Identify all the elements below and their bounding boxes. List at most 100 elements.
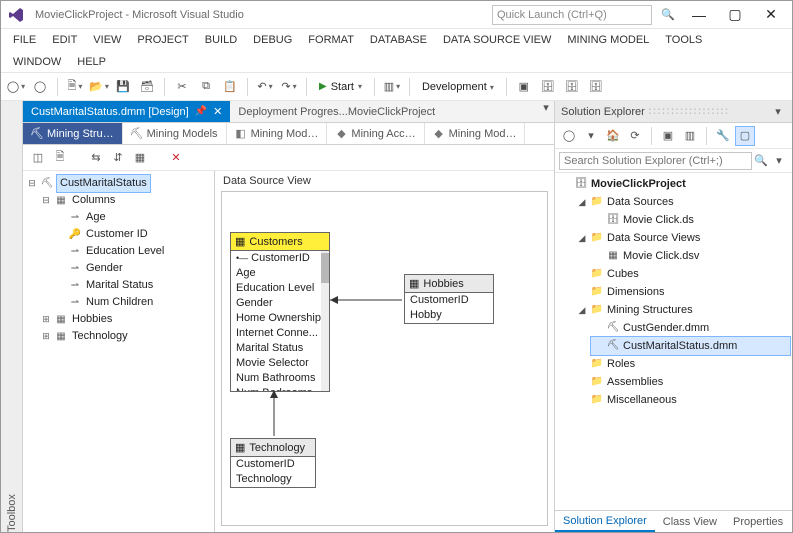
doctab-deployment-progress[interactable]: Deployment Progres...MovieClickProject xyxy=(230,101,443,122)
dsv-node[interactable]: ◢📁Data Source Views xyxy=(575,229,790,247)
subtab-mining-model-prediction[interactable]: ◆Mining Mod… xyxy=(425,123,526,144)
dsv-table-hobbies[interactable]: ▦Hobbies CustomerID Hobby xyxy=(404,274,494,324)
copy-button[interactable]: ⧉ xyxy=(195,76,217,98)
dsv-table-technology[interactable]: ▦Technology CustomerID Technology xyxy=(230,438,316,488)
tree-nested-technology[interactable]: ⊞▦Technology xyxy=(39,328,212,345)
search-icon[interactable]: 🔍 xyxy=(752,154,770,167)
quick-launch-input[interactable]: Quick Launch (Ctrl+Q) xyxy=(492,5,652,25)
tree-col-customerid[interactable]: 🔑Customer ID xyxy=(53,226,212,243)
assemblies-node[interactable]: 📁Assemblies xyxy=(575,373,790,391)
dsv-item[interactable]: ▦Movie Click.dsv xyxy=(591,247,790,265)
start-debug-button[interactable]: ▶Start ▾ xyxy=(313,79,368,95)
btab-properties[interactable]: Properties xyxy=(725,513,791,531)
solution-config-dropdown[interactable]: Development ▾ xyxy=(416,79,500,95)
tree-col-marital[interactable]: ⇀Marital Status xyxy=(53,277,212,294)
cut-button[interactable]: ✂ xyxy=(171,76,193,98)
nav-forward-button[interactable]: ◯ xyxy=(29,76,51,98)
nav-back-button[interactable]: ◯ xyxy=(5,76,27,98)
new-project-button[interactable]: 🗎 xyxy=(64,76,86,98)
data-sources-node[interactable]: ◢📁Data Sources xyxy=(575,193,790,211)
deploy-button[interactable]: ▣ xyxy=(513,76,535,98)
search-dropdown-icon[interactable]: ▾ xyxy=(770,154,788,167)
toolbox-strip[interactable]: Toolbox xyxy=(1,101,23,532)
menu-window[interactable]: WINDOW xyxy=(5,53,69,71)
se-sync-button[interactable]: ⟳ xyxy=(625,126,645,146)
maximize-button[interactable]: ▢ xyxy=(720,6,750,23)
close-tab-icon[interactable]: ✕ xyxy=(213,105,222,118)
project-node[interactable]: 🗄MovieClickProject xyxy=(559,175,790,193)
pin-icon[interactable]: 📌 xyxy=(195,106,207,117)
redo-button[interactable]: ↷ xyxy=(278,76,300,98)
collapse-icon[interactable]: ◢ xyxy=(577,193,587,211)
cubes-node[interactable]: 📁Cubes xyxy=(575,265,790,283)
db3-button[interactable]: 🗄 xyxy=(585,76,607,98)
dsv-table-customers[interactable]: ▦Customers •—CustomerID Age Education Le… xyxy=(230,232,330,392)
tree-col-gender[interactable]: ⇀Gender xyxy=(53,260,212,277)
paste-button[interactable]: 📋 xyxy=(219,76,241,98)
menu-tools[interactable]: TOOLS xyxy=(657,31,710,49)
se-properties-button[interactable]: 🔧 xyxy=(713,126,733,146)
target-dropdown[interactable]: ▥ xyxy=(381,76,403,98)
expand-icon[interactable]: ⊞ xyxy=(41,311,51,328)
btab-solution-explorer[interactable]: Solution Explorer xyxy=(555,512,655,532)
menu-help[interactable]: HELP xyxy=(69,53,114,71)
se-home-button[interactable]: 🏠 xyxy=(603,126,623,146)
se-preview-button[interactable]: ▢ xyxy=(735,126,755,146)
se-collapse-button[interactable]: ▣ xyxy=(658,126,678,146)
panel-menu-button[interactable]: ▾ xyxy=(770,105,786,118)
close-button[interactable]: ✕ xyxy=(756,6,786,23)
menu-dsv[interactable]: DATA SOURCE VIEW xyxy=(435,31,559,49)
tree-btn-3[interactable]: ▦ xyxy=(131,149,149,167)
menu-edit[interactable]: EDIT xyxy=(44,31,85,49)
menu-database[interactable]: DATABASE xyxy=(362,31,435,49)
menu-view[interactable]: VIEW xyxy=(85,31,129,49)
menu-format[interactable]: FORMAT xyxy=(300,31,362,49)
undo-button[interactable]: ↶ xyxy=(254,76,276,98)
db2-button[interactable]: 🗄 xyxy=(561,76,583,98)
misc-node[interactable]: 📁Miscellaneous xyxy=(575,391,790,409)
tree-col-age[interactable]: ⇀Age xyxy=(53,209,212,226)
subtab-mining-structure[interactable]: ⛏Mining Stru… xyxy=(23,123,123,144)
mining-node[interactable]: ◢📁Mining Structures xyxy=(575,301,790,319)
db1-button[interactable]: 🗄 xyxy=(537,76,559,98)
btab-class-view[interactable]: Class View xyxy=(655,513,725,531)
table-scrollbar[interactable] xyxy=(321,251,329,391)
menu-file[interactable]: FILE xyxy=(5,31,44,49)
collapse-icon[interactable]: ◢ xyxy=(577,301,587,319)
tree-btn-2[interactable]: ⇵ xyxy=(109,149,127,167)
save-button[interactable]: 💾 xyxy=(112,76,134,98)
se-back-button[interactable]: ◯ xyxy=(559,126,579,146)
menu-mining-model[interactable]: MINING MODEL xyxy=(559,31,657,49)
dsv-canvas[interactable]: ▦Customers •—CustomerID Age Education Le… xyxy=(221,191,548,526)
doctab-overflow-button[interactable]: ▾ xyxy=(538,101,554,122)
open-button[interactable]: 📂 xyxy=(88,76,110,98)
se-forward-button[interactable]: ▾ xyxy=(581,126,601,146)
process-button[interactable]: ◫ xyxy=(29,149,47,167)
minimize-button[interactable]: — xyxy=(684,7,714,23)
doctab-custmaritalstatus[interactable]: CustMaritalStatus.dmm [Design] 📌 ✕ xyxy=(23,101,230,122)
se-showall-button[interactable]: ▥ xyxy=(680,126,700,146)
add-button[interactable]: 🗎 xyxy=(51,149,69,167)
collapse-icon[interactable]: ⊟ xyxy=(41,192,51,209)
delete-button[interactable]: ✕ xyxy=(167,149,185,167)
tree-col-education[interactable]: ⇀Education Level xyxy=(53,243,212,260)
solution-search-input[interactable] xyxy=(559,152,752,170)
dimensions-node[interactable]: 📁Dimensions xyxy=(575,283,790,301)
mining-item-custgender[interactable]: ⛏CustGender.dmm xyxy=(591,319,790,337)
search-icon[interactable]: 🔍 xyxy=(658,8,678,21)
expand-icon[interactable]: ⊞ xyxy=(41,328,51,345)
tree-col-numchildren[interactable]: ⇀Num Children xyxy=(53,294,212,311)
menu-build[interactable]: BUILD xyxy=(197,31,245,49)
tree-nested-hobbies[interactable]: ⊞▦Hobbies xyxy=(39,311,212,328)
ds-item[interactable]: 🗄Movie Click.ds xyxy=(591,211,790,229)
save-all-button[interactable]: 🗃 xyxy=(136,76,158,98)
subtab-mining-model-viewer[interactable]: ◧Mining Mod… xyxy=(227,123,328,144)
subtab-mining-models[interactable]: ⛏Mining Models xyxy=(123,123,227,144)
collapse-icon[interactable]: ◢ xyxy=(577,229,587,247)
menu-debug[interactable]: DEBUG xyxy=(245,31,300,49)
collapse-icon[interactable]: ⊟ xyxy=(27,175,37,192)
roles-node[interactable]: 📁Roles xyxy=(575,355,790,373)
tree-btn-1[interactable]: ⇆ xyxy=(87,149,105,167)
mining-item-custmarital[interactable]: ⛏CustMaritalStatus.dmm xyxy=(591,337,790,355)
tree-columns-node[interactable]: ⊟▦Columns xyxy=(39,192,212,209)
